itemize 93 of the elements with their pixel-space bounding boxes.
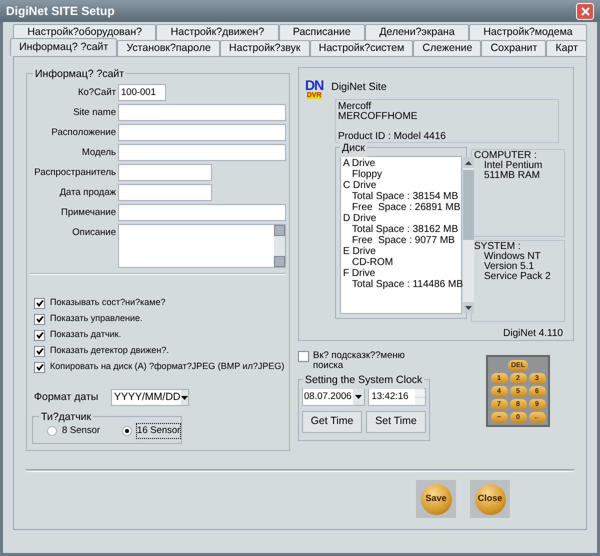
info-text: Mercoff [338, 102, 372, 112]
radio-label: 8 Sensor [62, 424, 100, 438]
window-title: DigiNet SITE Setup [6, 3, 115, 20]
input-field[interactable] [118, 184, 212, 201]
info-text: 511MB RAM [483, 171, 541, 181]
list-item[interactable]: Total Space : 114486 MB [343, 279, 463, 290]
field-label: Формат даты [34, 390, 100, 405]
list-item[interactable]: D Drive [343, 213, 463, 224]
checkbox[interactable] [34, 346, 45, 356]
input-field[interactable]: 100-001 [118, 84, 166, 101]
tab[interactable]: Настройк?оборудован? [13, 24, 156, 40]
tab[interactable]: Карт [546, 40, 588, 56]
round-button[interactable]: Close [474, 484, 506, 514]
field-label: Распространитель [33, 166, 116, 180]
caret-icon [180, 396, 188, 400]
logo-text: DN [305, 78, 324, 92]
dropdown-value: YYYY/MM/DD [113, 390, 181, 405]
radio-button[interactable] [47, 426, 57, 436]
field-label: Расположение [50, 126, 116, 140]
memo-field[interactable] [118, 224, 286, 268]
tab[interactable]: Настройк?систем [310, 40, 414, 56]
tab[interactable]: Информац? ?сайт [10, 38, 118, 56]
input-field[interactable] [118, 164, 212, 181]
arrow-down-icon [465, 306, 472, 310]
input-field[interactable] [118, 204, 286, 221]
checkbox-label: Показать управление. [50, 312, 142, 326]
tab[interactable]: Настройк?модема [469, 24, 587, 40]
info-text: Version 5.1 [483, 262, 534, 272]
tab[interactable]: Делени?экрана [365, 24, 470, 40]
scrollbar-thumb[interactable] [463, 170, 474, 240]
input-field[interactable] [118, 144, 286, 161]
input-field[interactable] [118, 124, 286, 141]
radio-button[interactable] [122, 426, 132, 436]
checkbox-label: Вк? подсказк??меню поиска [313, 351, 406, 371]
tab[interactable]: Сохранит [481, 40, 546, 56]
field-label: Примечание [60, 206, 116, 220]
info-text: Windows NT [483, 252, 542, 262]
time-button[interactable]: Get Time [302, 411, 362, 433]
tab[interactable]: Слежение [413, 40, 482, 56]
field-label: Дата продаж [58, 186, 116, 200]
list-item[interactable]: CD-ROM [343, 257, 463, 268]
checkbox-label: Показать датчик. [50, 328, 122, 342]
list-item[interactable]: Free Space : 9077 MB [343, 235, 463, 246]
info-text: Product ID : Model 4416 [338, 132, 447, 142]
list-item[interactable]: Free Space : 26891 MB [343, 202, 463, 213]
checkbox-label: Показать детектор движен?. [50, 344, 169, 358]
group-title: Setting the System Clock [303, 373, 424, 389]
caret-icon [355, 395, 362, 399]
info-title: SYSTEM : [474, 242, 521, 252]
checkbox[interactable] [34, 330, 45, 340]
input-field[interactable] [118, 104, 286, 121]
info-title: COMPUTER : [474, 151, 537, 161]
tab[interactable]: Настройк?движен? [156, 24, 278, 40]
list-item[interactable]: C Drive [343, 180, 463, 191]
field-label: Описание [71, 226, 116, 240]
tab[interactable]: Установк?пароле [117, 40, 220, 56]
radio-label: 16 Sensor [137, 424, 180, 438]
time-button[interactable]: Set Time [366, 411, 426, 433]
close-button[interactable] [576, 2, 594, 20]
date-value: 08.07.2006 [303, 390, 353, 404]
checkbox[interactable] [34, 314, 45, 324]
info-text: Intel Pentium [483, 161, 544, 171]
arrow-up-icon [465, 160, 472, 164]
field-label: Модель [80, 146, 116, 160]
info-text: MERCOFFHOME [338, 112, 418, 122]
tab[interactable]: Настройк?звук [220, 40, 310, 56]
round-button[interactable]: Save [420, 484, 452, 514]
info-text: Service Pack 2 [483, 272, 552, 282]
checkbox[interactable] [34, 298, 45, 308]
checkbox-label: Показывать сост?ни?каме? [50, 296, 166, 310]
checkbox-label: Копировать на диск (A) ?формат?JPEG (BMP ил?JPEG) [50, 360, 284, 374]
scrollbar[interactable] [463, 157, 474, 313]
list-item[interactable]: A Drive [343, 158, 463, 169]
dropdown[interactable]: YYYY/MM/DD [111, 389, 189, 406]
time-value: 13:42:16 [370, 390, 410, 404]
checkbox[interactable] [298, 351, 309, 362]
list-item[interactable]: E Drive [343, 246, 463, 257]
list-item[interactable]: Total Space : 38162 MB [343, 224, 463, 235]
spinner[interactable] [415, 389, 425, 405]
field-label: Site name [72, 106, 116, 120]
list-item[interactable]: F Drive [343, 268, 463, 279]
version-text: DigiNet 4.110 [503, 327, 563, 341]
close-icon [580, 6, 590, 16]
date-picker[interactable]: 08.07.2006 [302, 388, 366, 406]
list-item[interactable]: Total Space : 38154 MB [343, 191, 463, 202]
group-title: Диск [340, 141, 367, 157]
product-name: DigiNet Site [331, 80, 387, 95]
field-label: Ко?Сайт [76, 86, 116, 100]
checkbox[interactable] [34, 362, 45, 372]
list-item[interactable]: Floppy [343, 169, 463, 180]
time-picker[interactable]: 13:42:16 [368, 388, 426, 406]
tab[interactable]: Расписание [278, 24, 366, 40]
scrollbar[interactable] [274, 225, 285, 267]
